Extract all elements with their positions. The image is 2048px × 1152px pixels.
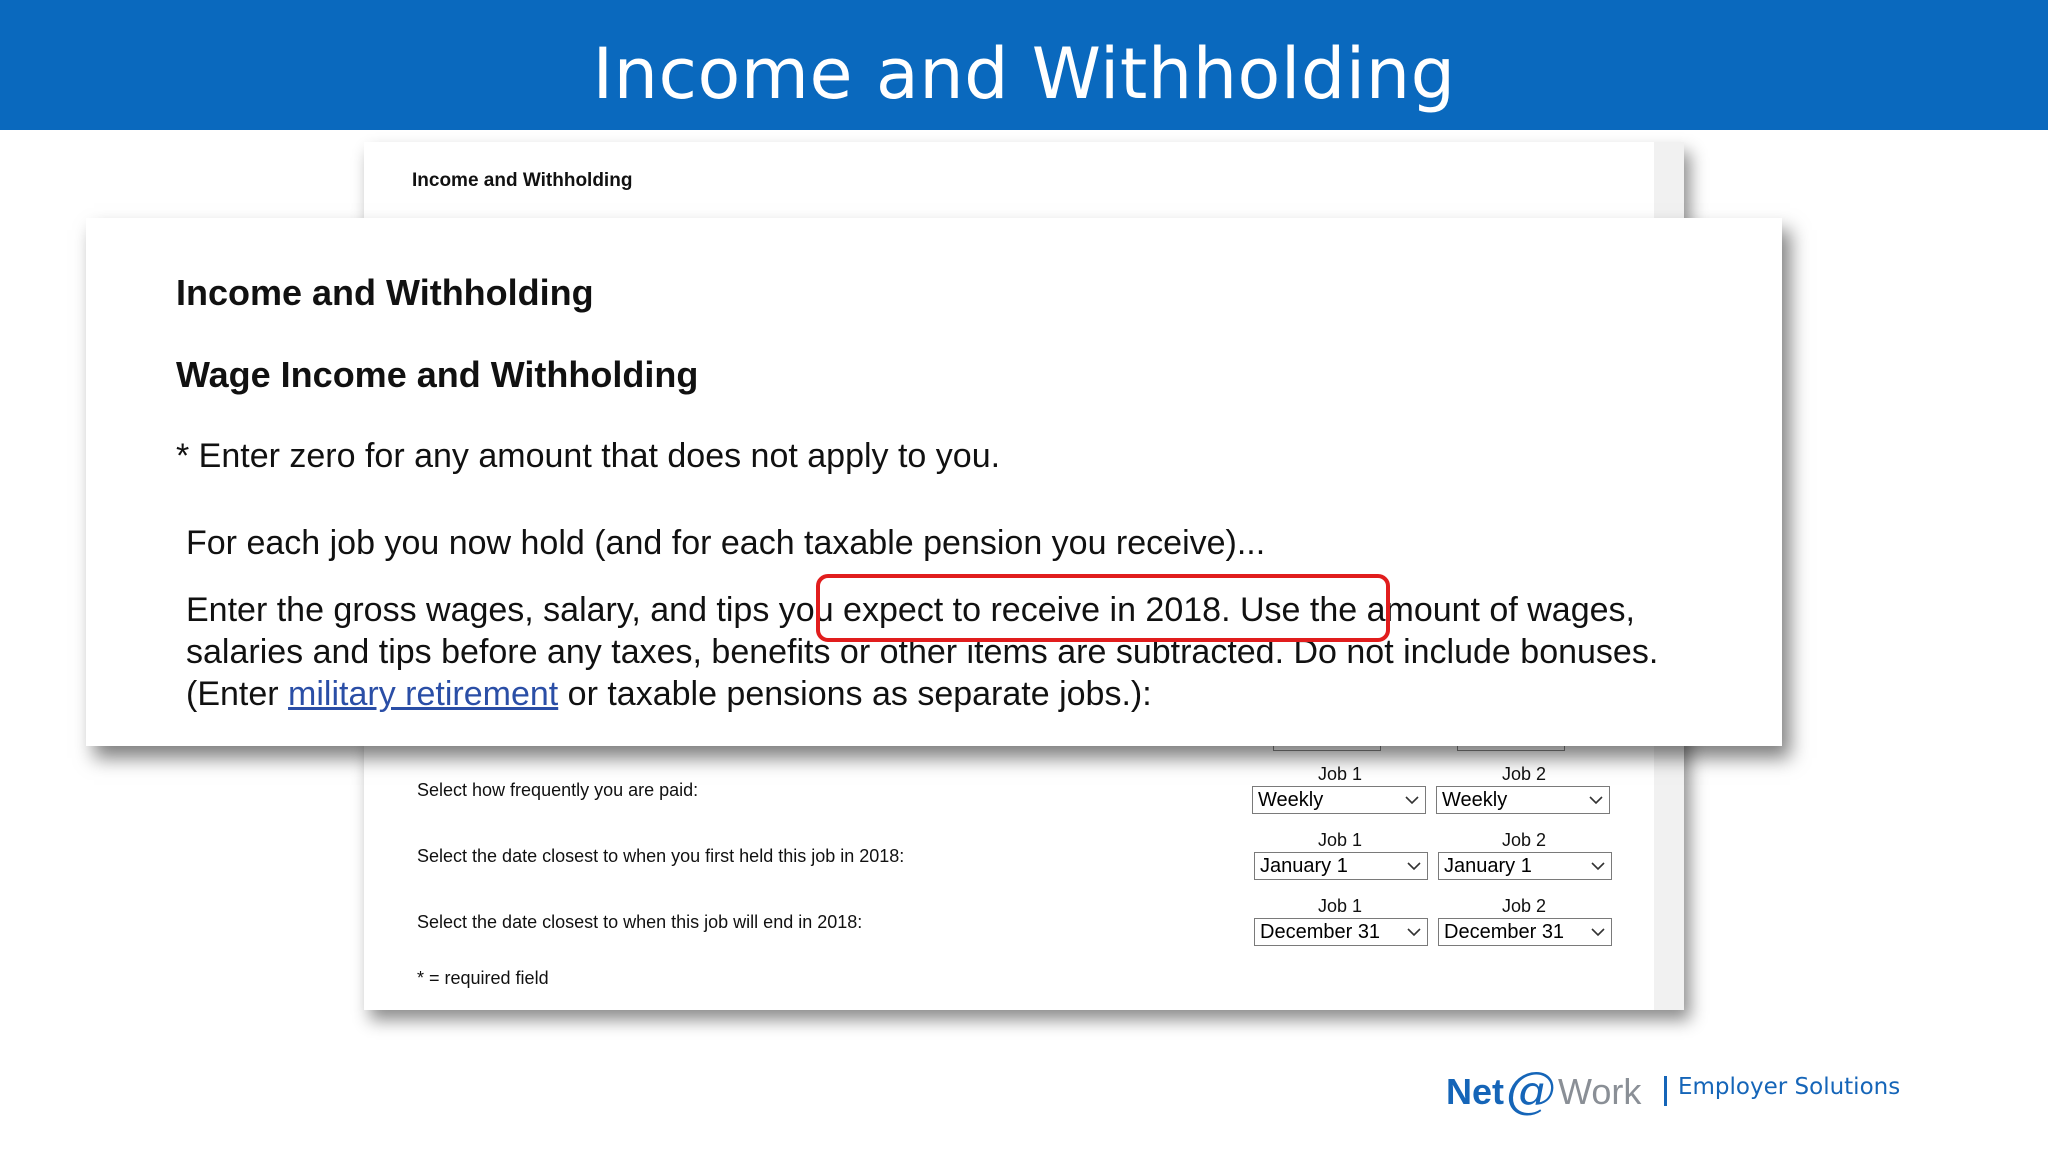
job1-pay-frequency-select[interactable]: Weekly bbox=[1252, 786, 1426, 814]
start-date-label: Select the date closest to when you firs… bbox=[417, 846, 905, 866]
zero-amount-note: * Enter zero for any amount that does no… bbox=[176, 437, 1001, 475]
military-retirement-link[interactable]: military retirement bbox=[288, 675, 558, 713]
chevron-down-icon bbox=[1589, 796, 1603, 805]
select-value: December 31 bbox=[1260, 921, 1381, 943]
red-highlight-box bbox=[816, 574, 1390, 642]
logo-work-text: Work bbox=[1558, 1071, 1642, 1112]
job1-header: Job 1 bbox=[1317, 830, 1363, 850]
chevron-down-icon bbox=[1591, 928, 1605, 937]
job2-pay-frequency-select[interactable]: Weekly bbox=[1436, 786, 1610, 814]
job1-header: Job 1 bbox=[1317, 764, 1363, 784]
zoomed-instructions-panel: Income and Withholding Wage Income and W… bbox=[86, 218, 1782, 746]
panel-heading: Income and Withholding bbox=[176, 272, 594, 313]
logo-at-symbol: @ bbox=[1506, 1061, 1557, 1119]
required-field-note: * = required field bbox=[417, 968, 549, 988]
job2-start-date-select[interactable]: January 1 bbox=[1438, 852, 1612, 880]
job-intro-text: For each job you now hold (and for each … bbox=[186, 524, 1266, 562]
instructions-text: Enter the gross wages, salary, and tips bbox=[186, 591, 779, 629]
chevron-down-icon bbox=[1407, 928, 1421, 937]
select-value: January 1 bbox=[1444, 855, 1532, 877]
logo-net-text: Net bbox=[1446, 1071, 1505, 1112]
chevron-down-icon bbox=[1407, 862, 1421, 871]
select-value: January 1 bbox=[1260, 855, 1348, 877]
select-value: Weekly bbox=[1442, 789, 1508, 811]
chevron-down-icon bbox=[1405, 796, 1419, 805]
panel-subheading: Wage Income and Withholding bbox=[176, 354, 699, 395]
job1-end-date-select[interactable]: December 31 bbox=[1254, 918, 1428, 946]
job2-header: Job 2 bbox=[1501, 764, 1547, 784]
select-value: Weekly bbox=[1258, 789, 1324, 811]
job2-end-date-select[interactable]: December 31 bbox=[1438, 918, 1612, 946]
form-heading: Income and Withholding bbox=[412, 170, 633, 191]
pay-frequency-label: Select how frequently you are paid: bbox=[417, 780, 699, 800]
job1-header: Job 1 bbox=[1317, 896, 1363, 916]
select-value: December 31 bbox=[1444, 921, 1565, 943]
slide-title: Income and Withholding bbox=[592, 33, 1456, 115]
chevron-down-icon bbox=[1591, 862, 1605, 871]
job1-start-date-select[interactable]: January 1 bbox=[1254, 852, 1428, 880]
netatwork-logo: Net @ Work bbox=[1446, 1061, 1642, 1122]
logo-tagline: Employer Solutions bbox=[1678, 1074, 1901, 1100]
logo-divider bbox=[1664, 1076, 1667, 1106]
job2-header: Job 2 bbox=[1501, 830, 1547, 850]
title-banner: Income and Withholding bbox=[0, 0, 2048, 130]
job2-header: Job 2 bbox=[1501, 896, 1547, 916]
end-date-label: Select the date closest to when this job… bbox=[417, 912, 863, 932]
instructions-text: or taxable pensions as separate jobs.): bbox=[558, 675, 1152, 713]
